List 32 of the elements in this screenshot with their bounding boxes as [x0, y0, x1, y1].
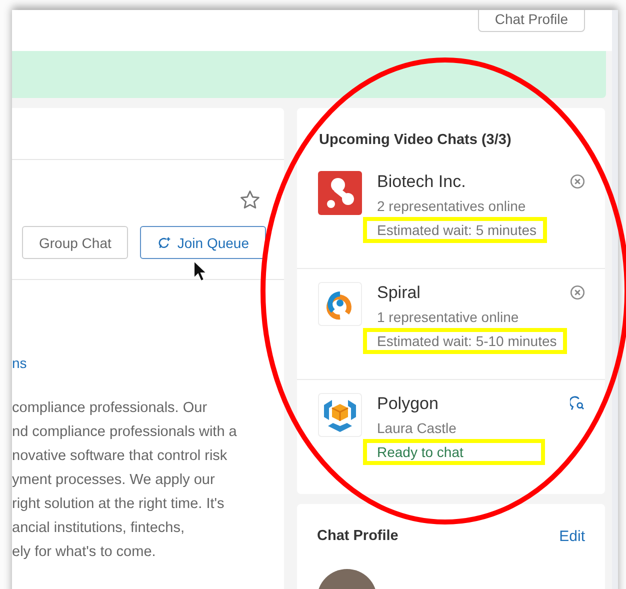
mouse-cursor-icon: [193, 260, 207, 282]
company-logo: [318, 171, 362, 215]
company-logo: [318, 282, 362, 326]
close-icon[interactable]: [570, 174, 585, 189]
join-queue-button[interactable]: Join Queue: [140, 226, 266, 259]
company-logo: [318, 393, 362, 437]
link[interactable]: ns: [12, 355, 27, 371]
group-chat-button[interactable]: Group Chat: [22, 226, 128, 259]
company-name: Polygon: [377, 394, 440, 414]
description-text: ancial institutions, fintechs,: [12, 519, 186, 538]
star-icon[interactable]: [239, 189, 261, 211]
description-text: nd compliance professionals with a: [12, 423, 238, 442]
detail-text: 1 representative online: [377, 309, 520, 325]
description-text: right solution at the right time. It's: [12, 495, 226, 514]
status-text: Estimated wait: 5 minutes: [363, 217, 547, 243]
company-name: Spiral: [377, 283, 422, 303]
description-text: novative software that control risk: [12, 447, 228, 466]
close-icon[interactable]: [570, 285, 585, 300]
section-title: Chat Profile: [317, 528, 398, 545]
chat-search-icon[interactable]: [570, 396, 585, 411]
detail-text: 2 representatives online: [377, 198, 527, 214]
section-title: Upcoming Video Chats (3/3): [318, 132, 512, 150]
description-text: ely for what's to come.: [12, 543, 157, 562]
chat-add-icon: [157, 236, 172, 250]
edit-link[interactable]: Edit: [559, 528, 585, 545]
description-text: compliance professionals. Our: [12, 399, 208, 418]
chat-profile-button[interactable]: Chat Profile: [478, 10, 585, 32]
description-text: yment processes. We apply our: [12, 471, 216, 490]
company-name: Biotech Inc.: [377, 172, 467, 192]
status-text: Ready to chat: [363, 439, 545, 465]
status-text: Estimated wait: 5-10 minutes: [363, 328, 567, 354]
detail-text: Laura Castle: [377, 420, 458, 436]
